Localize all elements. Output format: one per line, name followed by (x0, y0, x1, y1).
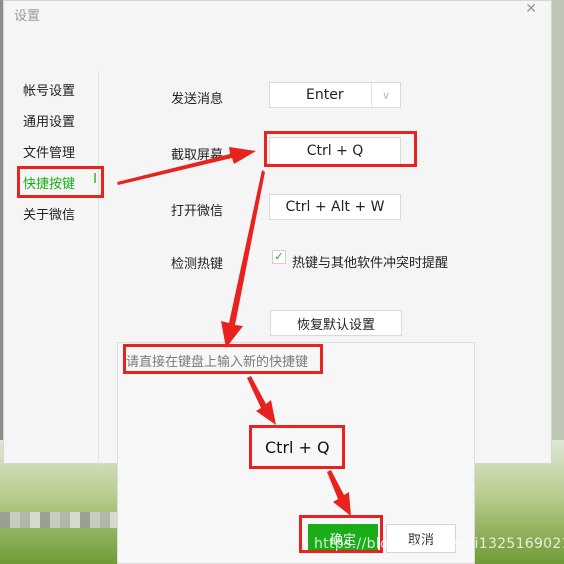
hotkey-conflict-label: 热键与其他软件冲突时提醒 (292, 256, 449, 271)
send-message-value: Enter (306, 87, 344, 103)
highlight-dialog-prompt (123, 344, 323, 374)
sidebar-item-about[interactable]: 关于微信 (23, 204, 75, 223)
send-message-dropdown[interactable]: Enter ∨ (269, 82, 401, 108)
restore-default-label: 恢复默认设置 (296, 317, 375, 333)
screenshot-label: 截取屏幕 (171, 148, 224, 163)
detect-hotkey-label: 检测热键 (171, 257, 224, 272)
sidebar: 帐号设置 通用设置 文件管理 快捷按键 关于微信 (4, 71, 99, 465)
open-wechat-label: 打开微信 (171, 204, 224, 219)
open-wechat-shortcut-button[interactable]: Ctrl + Alt + W (269, 194, 401, 220)
watermark-text: https://blog.csdn.net/li1325169021 (314, 536, 564, 552)
restore-default-button[interactable]: 恢复默认设置 (270, 310, 402, 336)
close-icon[interactable]: ✕ (525, 1, 537, 17)
highlight-screenshot-shortcut (264, 131, 417, 167)
highlight-shortcuts-tab: I (17, 166, 104, 198)
blurred-region (0, 512, 122, 528)
sidebar-item-files[interactable]: 文件管理 (23, 142, 75, 161)
sidebar-item-general[interactable]: 通用设置 (23, 111, 75, 130)
hotkey-conflict-checkbox[interactable]: ✓ (272, 250, 286, 264)
chevron-down-icon: ∨ (371, 83, 400, 107)
window-title: 设置 (14, 9, 41, 24)
send-message-label: 发送消息 (171, 92, 224, 107)
highlight-captured-shortcut (249, 425, 345, 469)
open-wechat-shortcut-value: Ctrl + Alt + W (285, 199, 385, 215)
active-tab-marker: I (93, 172, 97, 187)
sidebar-item-account[interactable]: 帐号设置 (23, 80, 75, 99)
